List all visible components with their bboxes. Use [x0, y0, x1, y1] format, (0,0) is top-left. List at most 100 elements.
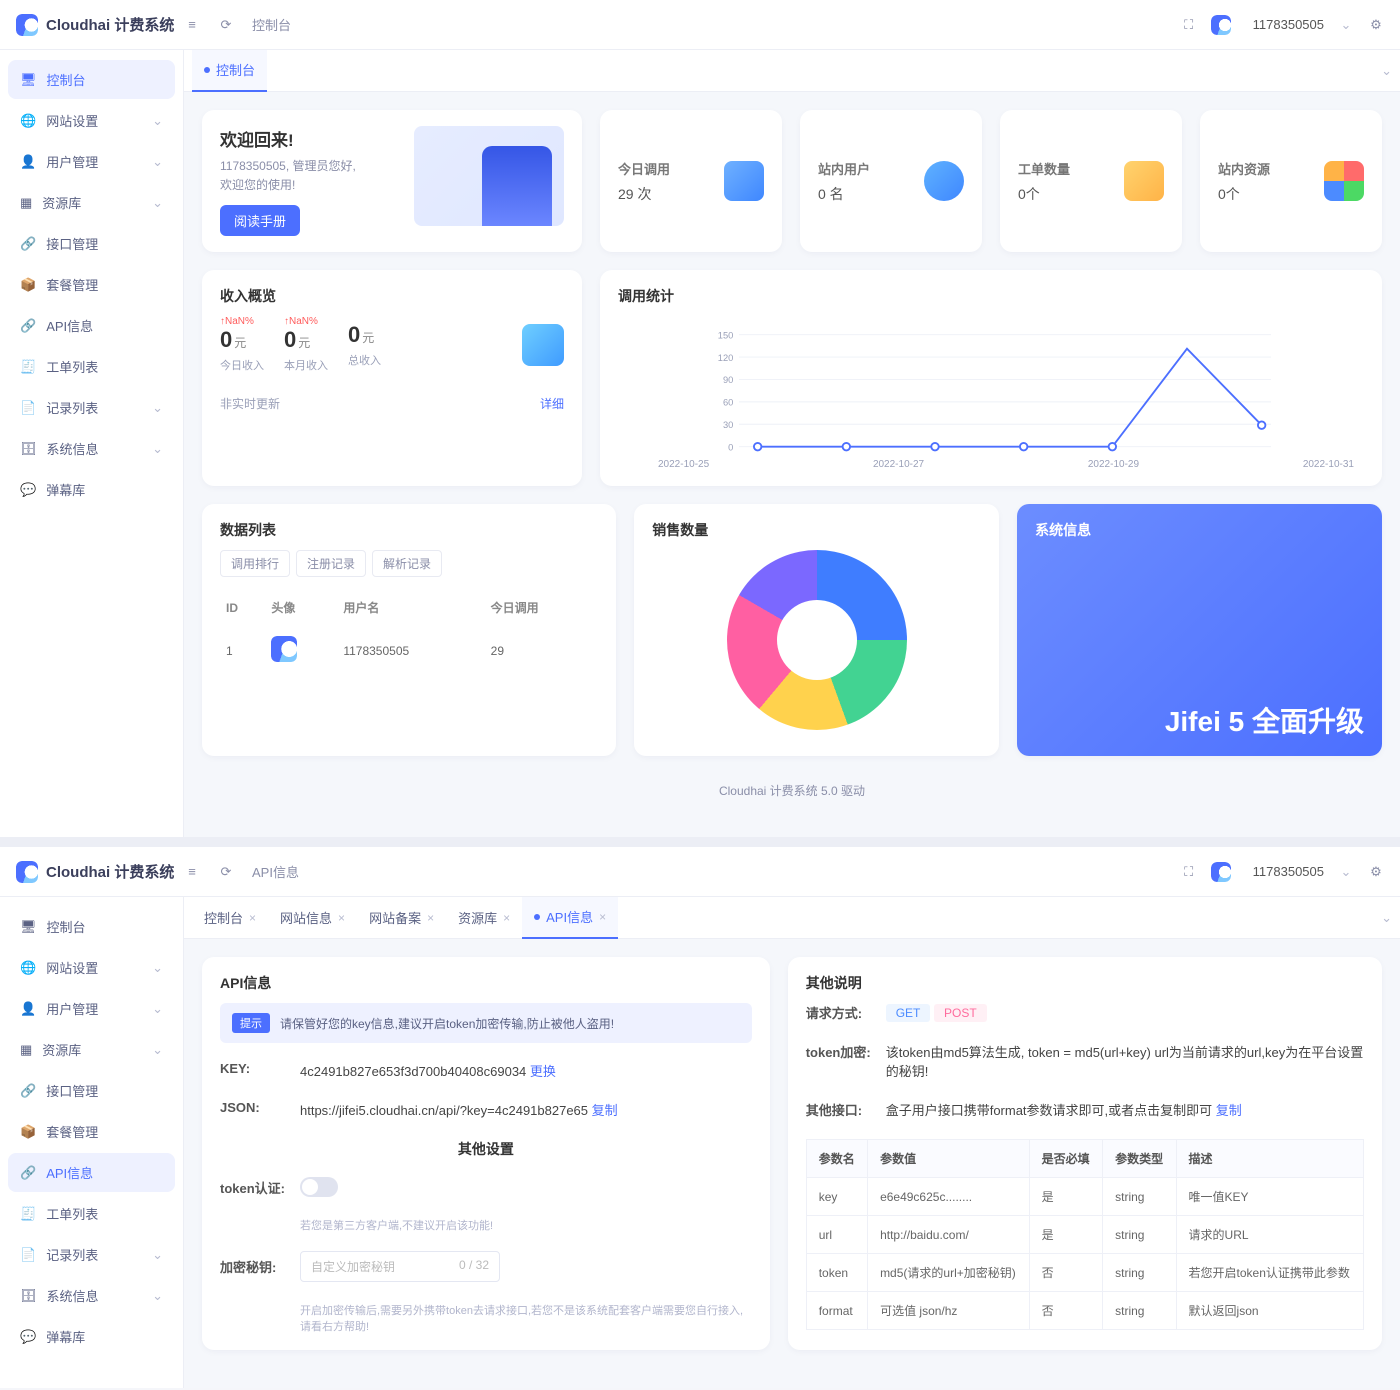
link-icon: 🔗 [20, 1083, 36, 1099]
copy-iface-link[interactable]: 复制 [1216, 1103, 1242, 1118]
svg-text:150: 150 [718, 331, 734, 341]
stat-card-resources: 站内资源0个 [1200, 110, 1382, 252]
ticket-icon: 🧾 [20, 1206, 36, 1222]
api-info-card: API信息 提示 请保管好您的key信息,建议开启token加密传输,防止被他人… [202, 957, 770, 1350]
sidebar: 🖥控制台 🌐网站设置⌄ 👤用户管理⌄ ▦资源库⌄ 🔗接口管理 📦套餐管理 🔗AP… [0, 50, 184, 837]
chevron-down-icon[interactable]: ⌄ [1381, 910, 1392, 926]
sidebar-item-interface[interactable]: 🔗接口管理 [8, 224, 175, 263]
tab-api[interactable]: API信息× [522, 897, 618, 939]
table-header: 参数名参数值是否必填参数类型描述 [806, 1140, 1363, 1178]
refresh-icon[interactable]: ⟳ [218, 864, 234, 880]
table-row[interactable]: 1 1178350505 29 [220, 626, 598, 675]
sidebar-item-site-settings[interactable]: 🌐网站设置⌄ [8, 101, 175, 140]
gear-icon[interactable]: ⚙ [1368, 864, 1384, 880]
sidebar-item-danmu[interactable]: 💬弹幕库 [8, 1317, 175, 1356]
tab-site-record[interactable]: 网站备案× [357, 897, 446, 939]
sidebar-item-system[interactable]: 🗄系统信息⌄ [8, 1276, 175, 1315]
chevron-down-icon: ⌄ [152, 195, 163, 211]
sidebar-item-plans[interactable]: 📦套餐管理 [8, 265, 175, 304]
dot-icon [534, 914, 540, 920]
svg-text:30: 30 [723, 420, 733, 430]
logo-icon [16, 14, 38, 36]
welcome-illustration [414, 126, 564, 226]
subtab-rank[interactable]: 调用排行 [220, 550, 290, 577]
brand-logo[interactable]: Cloudhai 计费系统 [16, 861, 184, 883]
list-icon: 📄 [20, 1247, 36, 1263]
secret-input[interactable]: 自定义加密秘钥 0 / 32 [300, 1251, 500, 1282]
sidebar-item-resources[interactable]: ▦资源库⌄ [8, 1030, 175, 1069]
close-icon[interactable]: × [427, 911, 434, 925]
sidebar-item-system[interactable]: 🗄系统信息⌄ [8, 429, 175, 468]
logo-icon [16, 861, 38, 883]
chevron-down-icon[interactable]: ⌄ [1338, 17, 1354, 33]
menu-toggle-icon[interactable]: ≡ [184, 864, 200, 880]
sidebar-item-dashboard[interactable]: 🖥控制台 [8, 907, 175, 946]
sidebar-item-records[interactable]: 📄记录列表⌄ [8, 388, 175, 427]
method-post-badge: POST [934, 1004, 987, 1022]
chevron-down-icon[interactable]: ⌄ [1338, 864, 1354, 880]
menu-toggle-icon[interactable]: ≡ [184, 17, 200, 33]
table-row: tokenmd5(请求的url+加密秘钥)否string若您开启token认证携… [806, 1254, 1363, 1292]
chevron-down-icon[interactable]: ⌄ [1381, 63, 1392, 79]
table-row: urlhttp://baidu.com/是string请求的URL [806, 1216, 1363, 1254]
sidebar-item-interface[interactable]: 🔗接口管理 [8, 1071, 175, 1110]
user-id[interactable]: 1178350505 [1253, 864, 1324, 879]
copy-json-link[interactable]: 复制 [592, 1103, 618, 1118]
breadcrumb: 控制台 [252, 15, 291, 34]
brand-logo[interactable]: Cloudhai 计费系统 [16, 14, 184, 36]
table-row: keye6e49c625c........是string唯一值KEY [806, 1178, 1363, 1216]
sidebar-item-danmu[interactable]: 💬弹幕库 [8, 470, 175, 509]
sysinfo-card[interactable]: 系统信息 Jifei 5 全面升级 [1017, 504, 1382, 756]
cube-icon [724, 161, 764, 201]
welcome-card: 欢迎回来! 1178350505, 管理员您好,欢迎您的使用! 阅读手册 [202, 110, 582, 252]
link-icon: 🔗 [20, 236, 36, 252]
sidebar-item-records[interactable]: 📄记录列表⌄ [8, 1235, 175, 1274]
svg-text:0: 0 [728, 443, 733, 453]
chevron-down-icon: ⌄ [152, 960, 163, 976]
chart-card: 调用统计 150 120 90 60 30 0 [600, 270, 1382, 486]
close-icon[interactable]: × [249, 911, 256, 925]
close-icon[interactable]: × [338, 911, 345, 925]
gear-icon[interactable]: ⚙ [1368, 17, 1384, 33]
sidebar-item-user-mgmt[interactable]: 👤用户管理⌄ [8, 142, 175, 181]
sidebar-item-dashboard[interactable]: 🖥控制台 [8, 60, 175, 99]
sidebar-item-api[interactable]: 🔗API信息 [8, 1153, 175, 1192]
breadcrumb: API信息 [252, 862, 299, 881]
close-icon[interactable]: × [599, 910, 606, 924]
avatar-icon [1211, 15, 1231, 35]
refresh-icon[interactable]: ⟳ [218, 17, 234, 33]
token-auth-toggle[interactable] [300, 1177, 338, 1197]
fullscreen-icon[interactable]: ⛶ [1181, 864, 1197, 880]
svg-text:60: 60 [723, 398, 733, 408]
tab-dashboard[interactable]: 控制台 [192, 50, 267, 92]
user-id[interactable]: 1178350505 [1253, 17, 1324, 32]
chevron-down-icon: ⌄ [152, 113, 163, 129]
chevron-down-icon: ⌄ [152, 1247, 163, 1263]
sidebar-item-user-mgmt[interactable]: 👤用户管理⌄ [8, 989, 175, 1028]
subtab-register[interactable]: 注册记录 [296, 550, 366, 577]
package-icon: 📦 [20, 277, 36, 293]
subtab-parse[interactable]: 解析记录 [372, 550, 442, 577]
sidebar-item-tickets[interactable]: 🧾工单列表 [8, 347, 175, 386]
avatar-icon [271, 636, 297, 662]
replace-key-link[interactable]: 更换 [530, 1064, 556, 1079]
tab-resources[interactable]: 资源库× [446, 897, 522, 939]
brand-name: Cloudhai 计费系统 [46, 861, 174, 882]
income-detail-link[interactable]: 详细 [540, 395, 564, 412]
sidebar-item-tickets[interactable]: 🧾工单列表 [8, 1194, 175, 1233]
sidebar-item-resources[interactable]: ▦资源库⌄ [8, 183, 175, 222]
read-manual-button[interactable]: 阅读手册 [220, 205, 300, 236]
params-table: 参数名参数值是否必填参数类型描述 keye6e49c625c........是s… [806, 1139, 1364, 1330]
sidebar-item-site-settings[interactable]: 🌐网站设置⌄ [8, 948, 175, 987]
tab-site-info[interactable]: 网站信息× [268, 897, 357, 939]
table-row: format可选值 json/hz否string默认返回json [806, 1292, 1363, 1330]
sidebar-item-plans[interactable]: 📦套餐管理 [8, 1112, 175, 1151]
close-icon[interactable]: × [503, 911, 510, 925]
chevron-down-icon: ⌄ [152, 400, 163, 416]
ticket-icon: 🧾 [20, 359, 36, 375]
fullscreen-icon[interactable]: ⛶ [1181, 17, 1197, 33]
chevron-down-icon: ⌄ [152, 1001, 163, 1017]
tab-dashboard[interactable]: 控制台× [192, 897, 268, 939]
user-icon: 👤 [20, 1001, 36, 1017]
sidebar-item-api[interactable]: 🔗API信息 [8, 306, 175, 345]
